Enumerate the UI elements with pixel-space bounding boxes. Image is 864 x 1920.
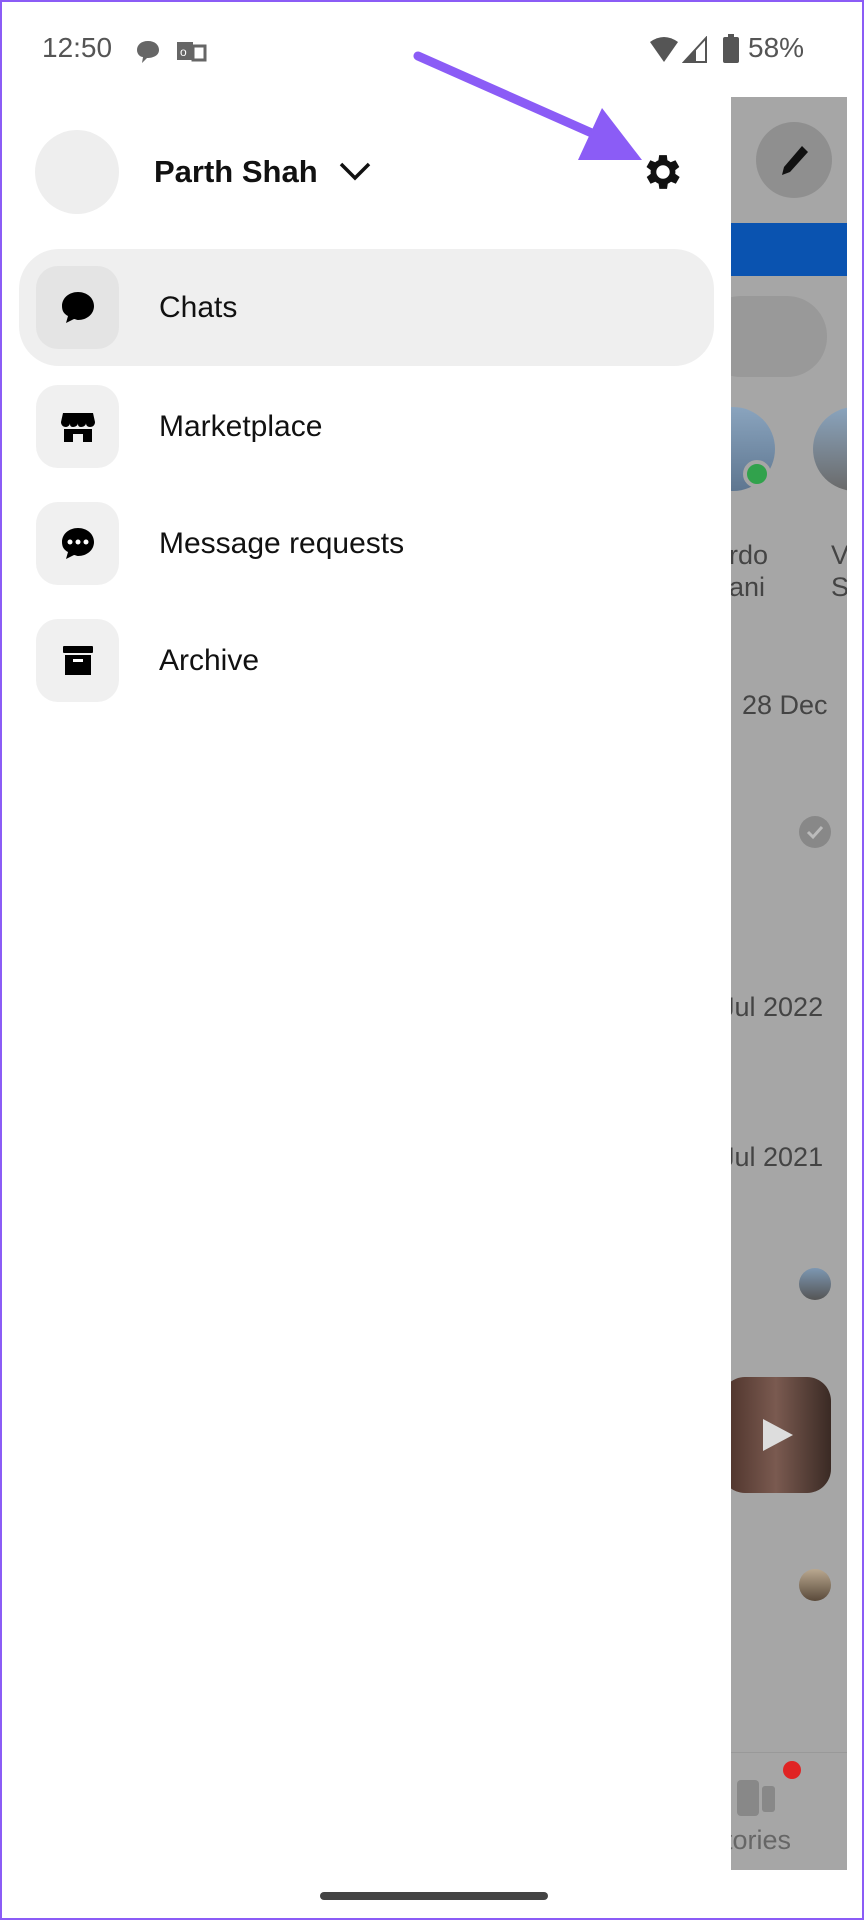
menu-item-message-requests[interactable]: Message requests [19,485,714,602]
seen-avatar [799,1268,831,1300]
story-name: ani [731,572,766,602]
annotation-arrow [413,51,642,160]
menu-label: Message requests [159,526,405,560]
menu-label: Archive [159,643,260,677]
message-dots-icon [61,527,94,559]
story-name: V [831,540,847,570]
store-icon [60,412,95,442]
chat-list-background: rdoani VSh 28 Dec Jul 2022 Jul 2021 tori… [731,97,847,1870]
menu-item-chats[interactable]: Chats [19,249,714,366]
story-name: rdo [731,540,769,570]
online-dot [743,460,771,488]
nav-divider [731,1752,847,1753]
chat-bubble-icon [61,291,94,323]
nav-stories-label: tories [731,1825,792,1855]
archive-box-icon [62,645,93,675]
chat-date: Jul 2021 [731,1142,824,1172]
play-icon [763,1419,793,1451]
video-thumbnail[interactable] [731,1377,831,1493]
menu-label: Chats [159,290,238,324]
menu-item-archive[interactable]: Archive [19,602,714,719]
home-indicator[interactable] [320,1892,548,1900]
seen-avatar [799,1569,831,1601]
menu-label: Marketplace [159,409,323,443]
search-bar[interactable] [731,296,827,377]
chat-date: 28 Dec [742,690,828,720]
story-name: Sh [831,572,847,602]
story-avatar[interactable] [813,407,847,491]
stories-icon[interactable] [737,1780,777,1816]
read-check-icon [799,816,831,848]
chat-date: Jul 2022 [731,992,824,1022]
notification-badge [783,1761,801,1779]
menu-item-marketplace[interactable]: Marketplace [19,368,714,485]
